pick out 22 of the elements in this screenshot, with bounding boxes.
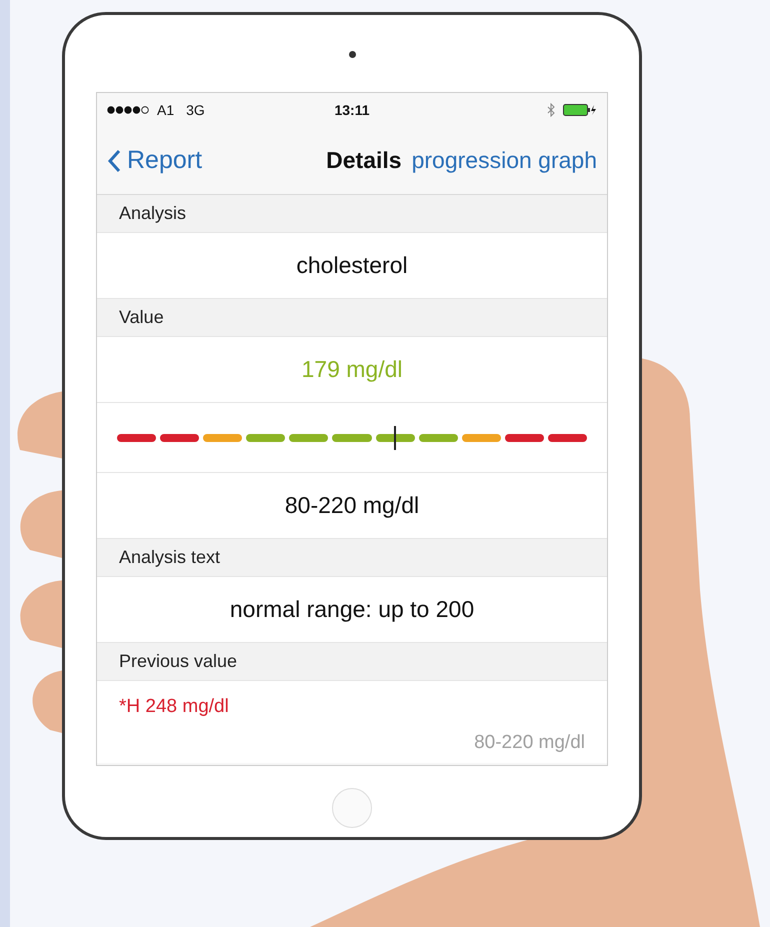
section-header: Analysis bbox=[97, 195, 607, 233]
camera-icon bbox=[348, 51, 356, 58]
cell-text: cholesterol bbox=[296, 251, 408, 280]
section-header: Analysis text bbox=[97, 539, 607, 577]
chevron-left-icon bbox=[107, 148, 121, 172]
battery-icon bbox=[563, 104, 598, 116]
nav-title: Details bbox=[326, 146, 402, 176]
cell-text: 80-220 mg/dl bbox=[284, 491, 420, 520]
section-header: Previous value bbox=[97, 643, 607, 681]
cell-text: 179 mg/dl bbox=[301, 355, 402, 384]
progression-graph-button[interactable]: progression graph bbox=[412, 143, 597, 178]
previous-value: *H 248 mg/dl bbox=[119, 695, 229, 719]
back-button[interactable]: Report bbox=[107, 142, 202, 180]
home-button[interactable] bbox=[332, 788, 372, 828]
bluetooth-icon bbox=[547, 103, 556, 117]
signal-icon bbox=[107, 106, 151, 114]
cell-text: normal range: up to 200 bbox=[230, 595, 474, 624]
network-label: 3G bbox=[186, 100, 205, 120]
status-time: 13:11 bbox=[334, 100, 370, 120]
reference-range: 80-220 mg/dl bbox=[474, 730, 585, 754]
carrier-label: A1 bbox=[157, 100, 174, 120]
section-header: Value bbox=[97, 299, 607, 337]
